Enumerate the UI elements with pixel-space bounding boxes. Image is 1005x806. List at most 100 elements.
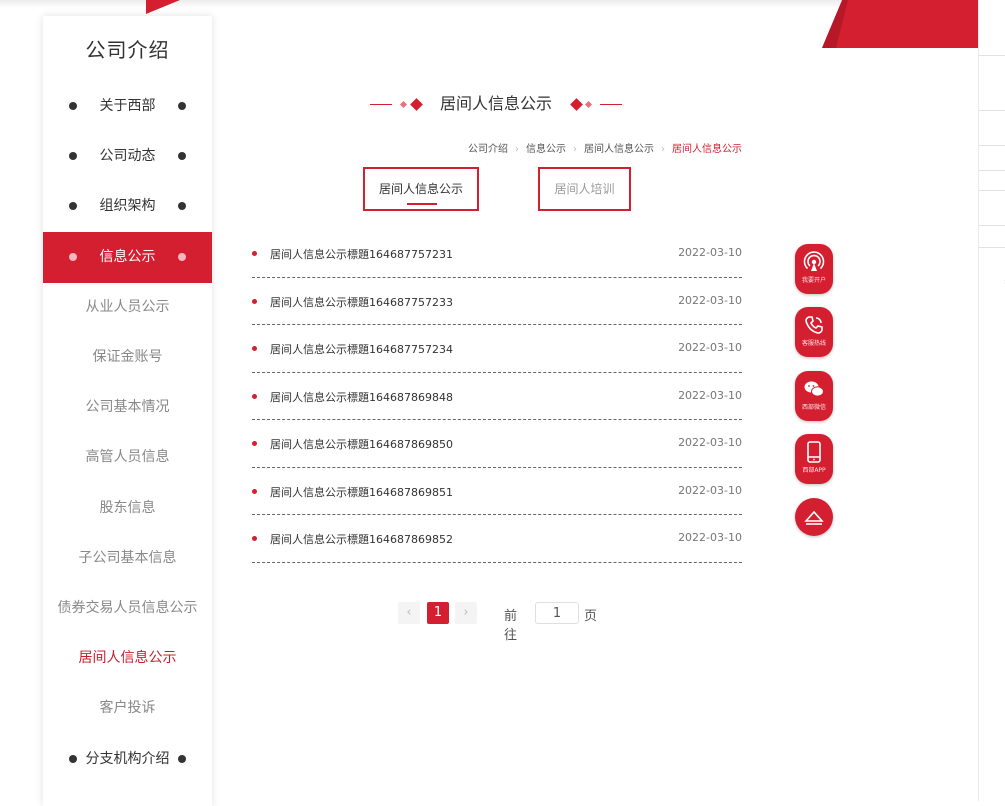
page-number-button[interactable]: 1 bbox=[427, 602, 449, 624]
sidebar-subitem-label: 居间人信息公示 bbox=[78, 650, 177, 666]
sidebar-subitem-complaints[interactable]: 客户投诉 bbox=[43, 683, 212, 733]
app-download-button[interactable]: 西部APP bbox=[795, 434, 833, 484]
tab-intermediary-training[interactable]: 居间人培训 bbox=[538, 167, 631, 211]
list-item-title[interactable]: 居间人信息公示標題164687869852 bbox=[270, 531, 453, 547]
heading-line-right bbox=[600, 104, 622, 105]
breadcrumb: 公司介绍 › 信息公示 › 居间人信息公示 › 居间人信息公示 bbox=[468, 140, 742, 155]
goto-page-input[interactable] bbox=[535, 602, 579, 624]
hotline-button[interactable]: 客服热线 bbox=[795, 307, 833, 357]
right-edge-panel: › bbox=[978, 0, 1005, 801]
sidebar-subitem-label: 债券交易人员信息公示 bbox=[57, 600, 198, 616]
breadcrumb-item[interactable]: 公司介绍 bbox=[468, 140, 508, 155]
list-item-title[interactable]: 居间人信息公示標題164687757233 bbox=[270, 294, 453, 310]
list-item-date: 2022-03-10 bbox=[678, 436, 742, 449]
bullet-icon bbox=[252, 251, 257, 256]
list-item-date: 2022-03-10 bbox=[678, 341, 742, 354]
sidebar-subitem-label: 客户投诉 bbox=[99, 700, 156, 716]
heading-diamond-icon bbox=[584, 100, 593, 109]
back-to-top-button[interactable] bbox=[795, 498, 833, 536]
sidebar-subitem-label: 高管人员信息 bbox=[85, 449, 170, 465]
sidebar-item-branches[interactable]: 分支机构介绍 bbox=[43, 734, 212, 784]
list-item[interactable]: 居间人信息公示標題164687869848 2022-03-10 bbox=[252, 373, 742, 420]
sidebar-subitem-label: 股东信息 bbox=[99, 500, 156, 516]
list-item[interactable]: 居间人信息公示標題164687869852 2022-03-10 bbox=[252, 515, 742, 563]
sidebar-subitem-label: 公司基本情况 bbox=[85, 399, 170, 415]
heading-diamond-icon bbox=[570, 98, 583, 111]
list-item[interactable]: 居间人信息公示標題164687757233 2022-03-10 bbox=[252, 278, 742, 325]
breadcrumb-item[interactable]: 信息公示 bbox=[526, 140, 566, 155]
list-item[interactable]: 居间人信息公示標題164687757234 2022-03-10 bbox=[252, 325, 742, 373]
sidebar-item-label: 公司动态 bbox=[99, 148, 156, 164]
sidebar-subitem-company-info[interactable]: 公司基本情况 bbox=[43, 382, 212, 432]
sidebar-subitem-margin-account[interactable]: 保证金账号 bbox=[43, 332, 212, 382]
open-account-button[interactable]: 我要开户 bbox=[795, 244, 833, 294]
prev-page-button[interactable]: ‹ bbox=[398, 602, 420, 624]
chevron-right-icon: › bbox=[661, 144, 665, 155]
next-page-button[interactable]: › bbox=[455, 602, 477, 624]
sidebar-item-label: 信息公示 bbox=[99, 249, 156, 265]
list-item-date: 2022-03-10 bbox=[678, 388, 742, 402]
sidebar-item-label: 分支机构介绍 bbox=[85, 751, 170, 767]
signal-icon bbox=[803, 251, 825, 271]
sidebar: 公司介绍 关于西部 公司动态 组织架构 信息公示 从业人员公示 保证金账号 公司… bbox=[43, 16, 212, 806]
tab-label: 居间人培训 bbox=[554, 182, 615, 196]
bullet-icon bbox=[252, 536, 257, 541]
page-title: 居间人信息公示 bbox=[439, 94, 552, 113]
sidebar-subitem-label: 保证金账号 bbox=[92, 349, 163, 365]
chevron-right-icon: › bbox=[515, 144, 519, 155]
bullet-icon bbox=[252, 441, 257, 446]
list-item-title[interactable]: 居间人信息公示標題164687757234 bbox=[270, 341, 453, 357]
sidebar-subitem-label: 从业人员公示 bbox=[85, 299, 170, 315]
disclosure-list: 居间人信息公示標題164687757231 2022-03-10 居间人信息公示… bbox=[252, 230, 742, 563]
mobile-icon bbox=[807, 441, 821, 463]
list-item[interactable]: 居间人信息公示標題164687869851 2022-03-10 bbox=[252, 468, 742, 515]
list-item-title[interactable]: 居间人信息公示標題164687869851 bbox=[270, 484, 453, 500]
list-item-title[interactable]: 居间人信息公示標題164687869848 bbox=[270, 389, 453, 405]
heading-diamond-icon bbox=[410, 98, 423, 111]
heading-diamond-icon bbox=[399, 100, 408, 109]
sidebar-item-label: 组织架构 bbox=[99, 198, 156, 214]
sidebar-subitem-label: 子公司基本信息 bbox=[78, 550, 177, 566]
page-unit-label: 页 bbox=[584, 609, 598, 624]
float-caption: 我要开户 bbox=[801, 277, 826, 284]
heading-line-left bbox=[370, 104, 392, 105]
back-to-top-icon bbox=[804, 510, 824, 525]
sidebar-subitem-subsidiaries[interactable]: 子公司基本信息 bbox=[43, 533, 212, 583]
sidebar-subitem-shareholders[interactable]: 股东信息 bbox=[43, 483, 212, 533]
sidebar-subitem-staff[interactable]: 从业人员公示 bbox=[43, 282, 212, 332]
header-banner-decoration bbox=[822, 0, 990, 48]
float-caption: 西部APP bbox=[802, 467, 826, 474]
list-item-title[interactable]: 居间人信息公示標題164687757231 bbox=[270, 246, 453, 262]
list-item-title[interactable]: 居间人信息公示標題164687869850 bbox=[270, 436, 453, 452]
sidebar-item-news[interactable]: 公司动态 bbox=[43, 131, 212, 181]
bullet-icon bbox=[252, 298, 257, 304]
section-heading: 居间人信息公示 bbox=[370, 92, 622, 116]
list-item[interactable]: 居间人信息公示標題164687869850 2022-03-10 bbox=[252, 420, 742, 468]
tab-active-underline bbox=[407, 203, 437, 205]
sidebar-item-label: 关于西部 bbox=[99, 98, 156, 114]
wechat-icon bbox=[804, 381, 824, 397]
phone-icon bbox=[805, 316, 823, 334]
sidebar-item-about[interactable]: 关于西部 bbox=[43, 81, 212, 131]
breadcrumb-item[interactable]: 居间人信息公示 bbox=[584, 140, 654, 155]
sidebar-subitem-executives[interactable]: 高管人员信息 bbox=[43, 432, 212, 482]
bullet-icon bbox=[252, 488, 257, 494]
goto-label: 前往 bbox=[504, 609, 518, 643]
float-caption: 西部微信 bbox=[801, 404, 826, 411]
breadcrumb-current: 居间人信息公示 bbox=[672, 144, 742, 155]
bullet-icon bbox=[252, 346, 257, 351]
list-item-date: 2022-03-10 bbox=[678, 293, 742, 307]
bullet-icon bbox=[252, 393, 257, 399]
sidebar-item-structure[interactable]: 组织架构 bbox=[43, 181, 212, 231]
sidebar-item-disclosure[interactable]: 信息公示 bbox=[43, 232, 212, 283]
list-item-date: 2022-03-10 bbox=[678, 246, 742, 259]
sidebar-title: 公司介绍 bbox=[85, 38, 170, 62]
list-item-date: 2022-03-10 bbox=[678, 483, 742, 497]
list-item-date: 2022-03-10 bbox=[678, 531, 742, 544]
list-item[interactable]: 居间人信息公示標題164687757231 2022-03-10 bbox=[252, 230, 742, 278]
sidebar-subitem-bond-traders[interactable]: 债券交易人员信息公示 bbox=[43, 583, 212, 633]
chevron-right-icon: › bbox=[573, 144, 577, 155]
sidebar-subitem-intermediary[interactable]: 居间人信息公示 bbox=[43, 633, 212, 683]
wechat-button[interactable]: 西部微信 bbox=[795, 371, 833, 421]
tab-intermediary-disclosure[interactable]: 居间人信息公示 bbox=[363, 167, 479, 211]
